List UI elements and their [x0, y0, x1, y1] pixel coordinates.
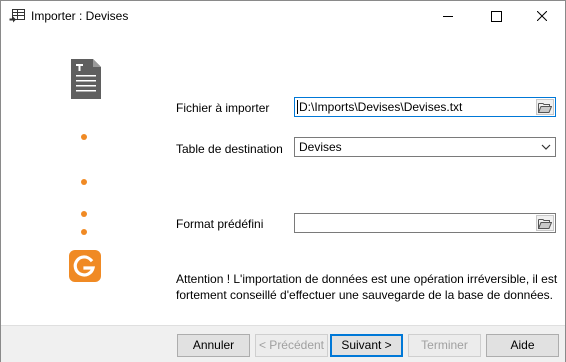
browse-file-button[interactable]: [536, 99, 554, 115]
import-table-icon: [9, 9, 25, 23]
minimize-button[interactable]: [425, 1, 471, 31]
text-caret: [297, 100, 298, 114]
help-button[interactable]: Aide: [486, 334, 559, 357]
browse-format-button[interactable]: [536, 215, 554, 231]
dialog-body: Fichier à importer D:\Imports\Devises\De…: [1, 31, 565, 325]
step-dot: [81, 211, 87, 217]
file-path-value: D:\Imports\Devises\Devises.txt: [299, 100, 463, 114]
button-bar: Annuler < Précédent Suivant > Terminer A…: [1, 325, 565, 362]
step-dot: [81, 179, 87, 185]
window-title: Importer : Devises: [31, 9, 129, 23]
previous-button[interactable]: < Précédent: [255, 334, 328, 357]
finish-button[interactable]: Terminer: [408, 334, 481, 357]
file-label: Fichier à importer: [176, 101, 270, 115]
folder-open-icon: [538, 102, 552, 113]
import-dialog: Importer : Devises Fichier à importer D:…: [0, 0, 566, 362]
destination-table-select[interactable]: Devises: [294, 137, 556, 157]
cancel-button[interactable]: Annuler: [177, 334, 250, 357]
destination-table-value: Devises: [299, 140, 342, 154]
predefined-format-input[interactable]: [294, 213, 556, 233]
step-dot: [81, 134, 87, 140]
app-logo-icon: [69, 250, 101, 282]
format-label: Format prédéfini: [176, 217, 264, 231]
text-document-icon: [71, 59, 101, 99]
title-bar: Importer : Devises: [1, 1, 565, 31]
maximize-icon: [490, 10, 502, 22]
close-button[interactable]: [519, 1, 565, 31]
step-dot: [81, 229, 87, 235]
chevron-down-icon: [541, 144, 551, 150]
warning-text: Attention ! L'importation de données est…: [176, 272, 558, 302]
close-icon: [537, 11, 547, 21]
folder-open-icon: [538, 218, 552, 229]
file-path-input[interactable]: D:\Imports\Devises\Devises.txt: [294, 97, 556, 117]
minimize-icon: [443, 15, 453, 17]
table-label: Table de destination: [176, 142, 283, 156]
next-button[interactable]: Suivant >: [330, 334, 403, 357]
maximize-button[interactable]: [473, 1, 519, 31]
